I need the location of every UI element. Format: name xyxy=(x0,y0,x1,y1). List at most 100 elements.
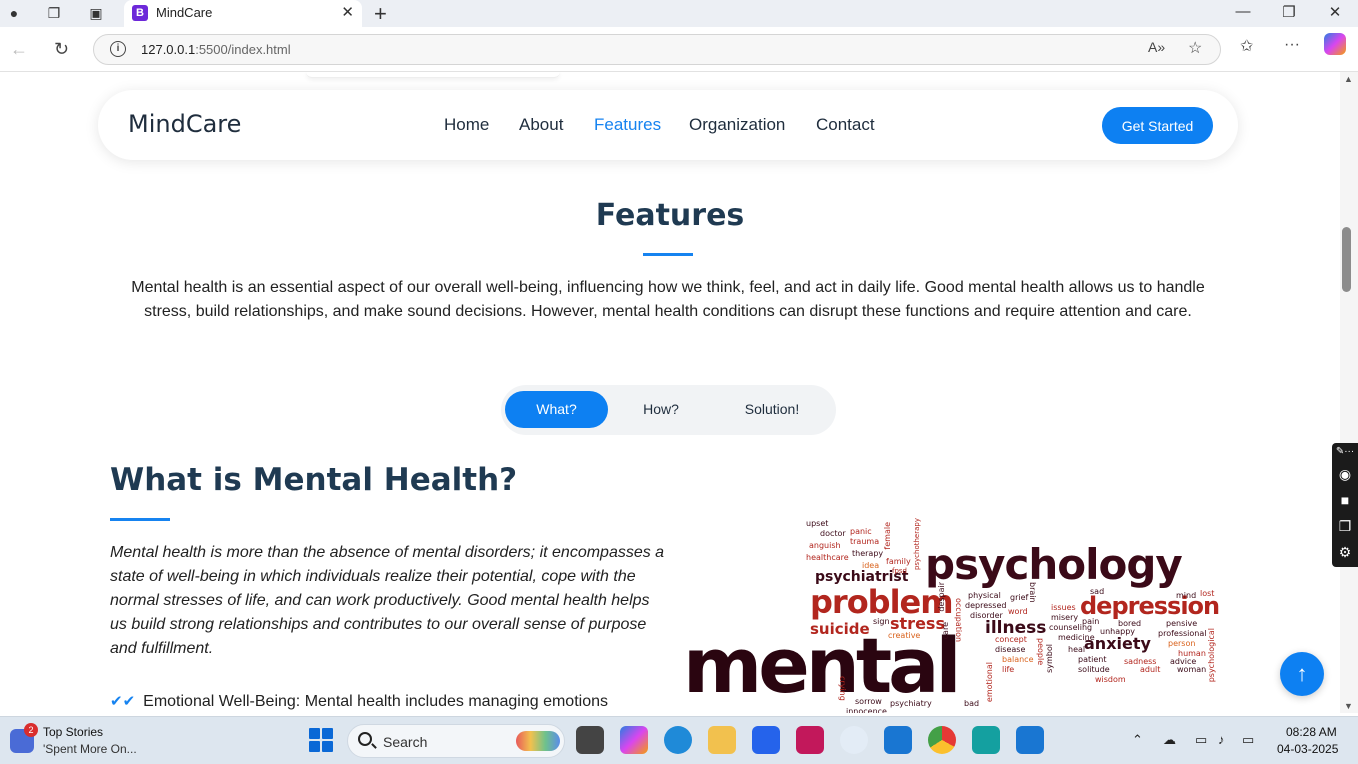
word-unhappy: unhappy xyxy=(1100,627,1136,636)
copy-icon[interactable]: ❐ xyxy=(1332,513,1358,539)
camera-icon[interactable]: ◉ xyxy=(1332,461,1358,487)
scroll-up-arrow-icon[interactable]: ▲ xyxy=(1344,74,1353,84)
word-despair: despair xyxy=(937,582,946,612)
nav-organization[interactable]: Organization xyxy=(689,115,785,135)
reload-icon[interactable]: ↻ xyxy=(54,39,69,60)
pin-icon[interactable]: ✎··· xyxy=(1332,443,1358,461)
word-life: life xyxy=(1002,665,1015,674)
figma-icon[interactable] xyxy=(796,726,824,754)
battery-icon[interactable]: ▭ xyxy=(1242,732,1254,748)
page-scrollbar[interactable]: ▲ ▼ xyxy=(1340,72,1358,713)
word-female: female xyxy=(883,522,892,550)
double-check-icon: ✔✔ xyxy=(110,693,136,710)
app-a-icon[interactable] xyxy=(840,726,868,754)
file-explorer-icon[interactable] xyxy=(708,726,736,754)
word-healthcare: healthcare xyxy=(806,553,849,562)
edge-icon[interactable] xyxy=(664,726,692,754)
word-issues: issues xyxy=(1051,603,1076,612)
word-woman: woman xyxy=(1177,665,1207,674)
search-label: Search xyxy=(383,734,428,750)
what-paragraph: Mental health is more than the absence o… xyxy=(110,544,665,657)
news-subtitle[interactable]: 'Spent More On... xyxy=(43,742,137,756)
word-psychology: psychology xyxy=(925,540,1183,589)
workspaces-icon[interactable]: ❐ xyxy=(44,4,64,22)
new-tab-icon[interactable]: + xyxy=(374,1,387,27)
scroll-thumb[interactable] xyxy=(1342,227,1351,292)
browser-tab[interactable]: B MindCare ✕ xyxy=(124,0,362,27)
word-person: person xyxy=(1168,639,1196,648)
profile-icon[interactable]: ● xyxy=(4,4,24,22)
word-physical: physical xyxy=(968,591,1001,600)
windows-start-icon[interactable] xyxy=(309,728,333,752)
network-icon[interactable]: ▭ xyxy=(1195,732,1207,748)
word-psychotherapy: psychotherapy xyxy=(913,518,921,571)
tab-what[interactable]: What? xyxy=(505,391,608,428)
word-crying: crying xyxy=(838,676,847,701)
video-icon[interactable]: ■ xyxy=(1332,487,1358,513)
arrow-up-icon: ↑ xyxy=(1296,661,1308,686)
nav-features[interactable]: Features xyxy=(594,115,661,135)
tab-favicon: B xyxy=(132,5,148,21)
vscode-second-icon[interactable] xyxy=(1016,726,1044,754)
nav-home[interactable]: Home xyxy=(444,115,489,135)
word-bad: bad xyxy=(964,699,980,708)
copilot-app-icon[interactable] xyxy=(620,726,648,754)
site-brand[interactable]: MindCare xyxy=(128,110,241,138)
clock-time[interactable]: 08:28 AM xyxy=(1286,725,1337,739)
word-concept: concept xyxy=(995,635,1027,644)
tab-actions-icon[interactable]: ▣ xyxy=(86,4,106,22)
word-human: human xyxy=(1178,649,1206,658)
nav-about[interactable]: About xyxy=(519,115,563,135)
read-aloud-icon[interactable]: A» xyxy=(1148,39,1165,55)
favorite-star-icon[interactable]: ☆ xyxy=(1188,38,1202,58)
search-icon xyxy=(358,732,372,746)
news-title[interactable]: Top Stories xyxy=(43,725,103,739)
minimize-icon[interactable]: — xyxy=(1228,3,1258,20)
word-grief: grief xyxy=(1010,593,1029,602)
arduino-icon[interactable] xyxy=(972,726,1000,754)
more-menu-icon[interactable]: ··· xyxy=(1284,36,1300,54)
clock-date[interactable]: 04-03-2025 xyxy=(1277,742,1338,756)
url-field[interactable]: i 127.0.0.1:5500/index.html A» ☆ xyxy=(93,34,1221,65)
mental-health-word-cloud: upset doctor panic anguish trauma health… xyxy=(680,512,1240,713)
onedrive-icon[interactable]: ☁ xyxy=(1163,732,1176,748)
store-icon[interactable] xyxy=(752,726,780,754)
chrome-icon[interactable] xyxy=(928,726,956,754)
close-window-icon[interactable]: ✕ xyxy=(1320,3,1350,21)
what-title: What is Mental Health? xyxy=(110,462,518,498)
bullet-item: ✔✔ Emotional Well-Being: Mental health in… xyxy=(110,692,608,711)
scroll-to-top-button[interactable]: ↑ xyxy=(1280,652,1324,696)
restore-icon[interactable]: ❐ xyxy=(1274,3,1304,21)
features-description: Mental health is an essential aspect of … xyxy=(131,279,1205,320)
get-started-button[interactable]: Get Started xyxy=(1102,107,1213,144)
copilot-icon[interactable] xyxy=(1324,33,1346,55)
word-brain: brain xyxy=(1028,582,1037,603)
volume-icon[interactable]: ♪ xyxy=(1218,732,1225,747)
close-tab-icon[interactable]: ✕ xyxy=(341,3,354,21)
site-info-icon[interactable]: i xyxy=(110,41,126,57)
address-bar: ← ↻ i 127.0.0.1:5500/index.html A» ☆ ✩ ·… xyxy=(0,27,1358,72)
word-misery: misery xyxy=(1051,613,1079,622)
bullet-text: Emotional Well-Being: Mental health incl… xyxy=(143,693,608,710)
nav-contact[interactable]: Contact xyxy=(816,115,875,135)
task-view-icon[interactable] xyxy=(576,726,604,754)
word-doctor: doctor xyxy=(820,529,846,538)
tab-how[interactable]: How? xyxy=(611,391,711,428)
tray-chevron-icon[interactable]: ⌃ xyxy=(1132,732,1143,748)
capture-toolbar: ✎··· ◉ ■ ❐ ⚙ xyxy=(1332,443,1358,567)
vscode-icon[interactable] xyxy=(884,726,912,754)
browser-tab-bar: ● ❐ ▣ B MindCare ✕ + — ❐ ✕ xyxy=(0,0,1358,27)
favorites-icon[interactable]: ✩ xyxy=(1240,36,1253,56)
scroll-down-arrow-icon[interactable]: ▼ xyxy=(1344,701,1353,711)
word-depressed: depressed xyxy=(965,601,1007,610)
word-medicine: medicine xyxy=(1058,633,1095,642)
word-panic: panic xyxy=(850,527,872,536)
what-title-underline xyxy=(110,518,170,521)
word-patient: patient xyxy=(1078,655,1107,664)
word-innocence: innocence xyxy=(846,707,887,714)
taskbar-search[interactable]: Search xyxy=(347,724,565,758)
back-icon[interactable]: ← xyxy=(10,39,28,60)
tab-solution[interactable]: Solution! xyxy=(717,391,827,428)
settings-gear-icon[interactable]: ⚙ xyxy=(1332,539,1358,565)
word-emotional: emotional xyxy=(985,662,994,703)
